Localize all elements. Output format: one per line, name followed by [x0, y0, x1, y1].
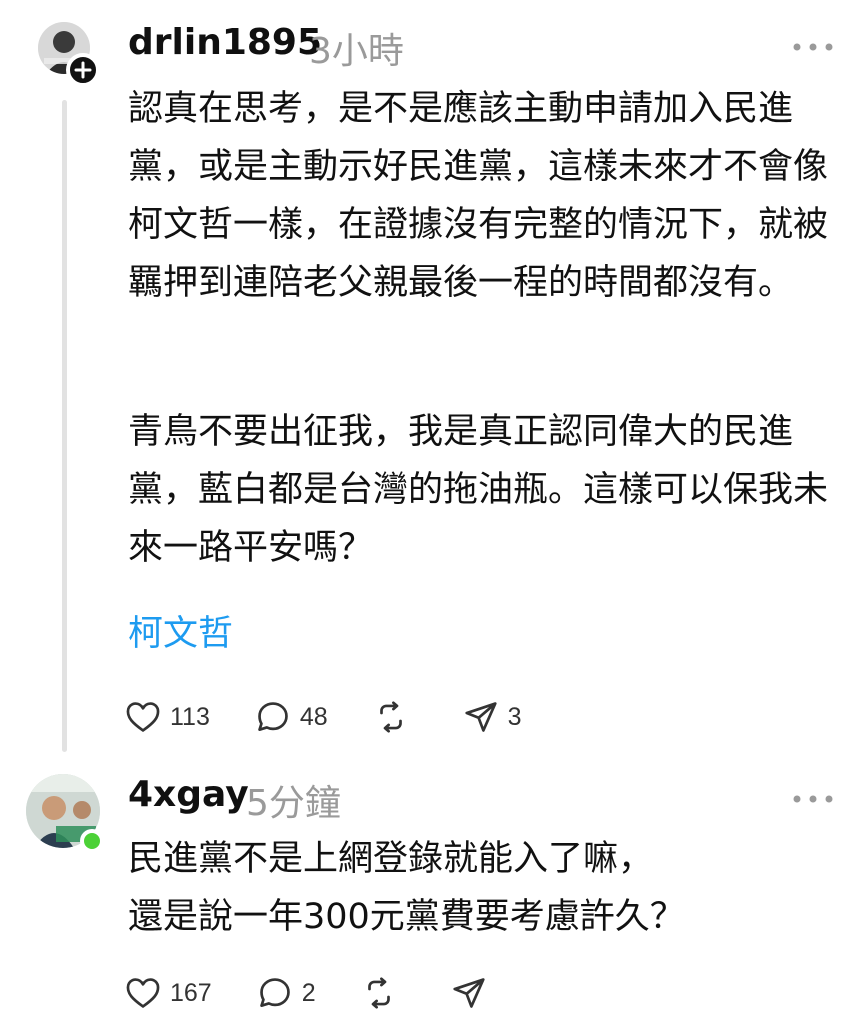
- post-text-paragraph: 認真在思考，是不是應該主動申請加入民進黨，或是主動示好民進黨，這樣未來才不會像柯…: [128, 89, 829, 303]
- like-button[interactable]: 113: [124, 698, 210, 736]
- repost-button[interactable]: [372, 698, 418, 736]
- share-count: 3: [507, 702, 522, 731]
- like-count: 113: [170, 702, 210, 731]
- comment-bubble-icon: [258, 702, 288, 732]
- comment-count: 2: [301, 978, 316, 1007]
- action-bar: 113 48 3: [124, 697, 566, 737]
- more-dots-icon: [793, 795, 833, 803]
- repost-button[interactable]: [360, 974, 406, 1012]
- topic-tag-link[interactable]: 柯文哲: [128, 605, 233, 656]
- action-bar: 167 2: [124, 973, 540, 1013]
- comment-button[interactable]: 2: [256, 974, 316, 1012]
- more-dots-icon: [793, 43, 833, 51]
- timestamp: 3小時: [309, 31, 404, 72]
- online-status-indicator: [80, 829, 104, 853]
- send-icon: [465, 702, 497, 732]
- heart-icon: [126, 702, 160, 732]
- post-text-paragraph: 青鳥不要出征我，我是真正認同偉大的民進黨，藍白都是台灣的拖油瓶。這樣可以保我未來…: [128, 412, 829, 568]
- reply-text: 民進黨不是上網登錄就能入了嘛， 還是說一年300元黨費要考慮許久？: [128, 839, 685, 937]
- repost-icon: [379, 701, 402, 733]
- share-button[interactable]: [450, 974, 496, 1012]
- thread-connector-line: [62, 100, 67, 752]
- more-options-button[interactable]: [792, 26, 834, 61]
- more-options-button[interactable]: [792, 778, 834, 813]
- comment-button[interactable]: 48: [254, 698, 328, 736]
- follow-button[interactable]: [66, 53, 100, 87]
- thread-post: drlin1895 3小時 認真在思考，是不是應該主動申請加入民進黨，或是主動示…: [0, 0, 863, 760]
- share-button[interactable]: 3: [462, 698, 522, 736]
- plus-icon: [74, 61, 92, 79]
- heart-icon: [126, 978, 160, 1008]
- like-count: 167: [170, 978, 212, 1007]
- username[interactable]: drlin1895: [128, 22, 322, 63]
- comment-bubble-icon: [259, 978, 290, 1008]
- like-button[interactable]: 167: [124, 974, 212, 1012]
- comment-count: 48: [299, 702, 328, 731]
- timestamp: 5分鐘: [246, 783, 341, 824]
- username[interactable]: 4xgay: [128, 774, 249, 815]
- send-icon: [453, 978, 485, 1008]
- repost-icon: [367, 977, 390, 1009]
